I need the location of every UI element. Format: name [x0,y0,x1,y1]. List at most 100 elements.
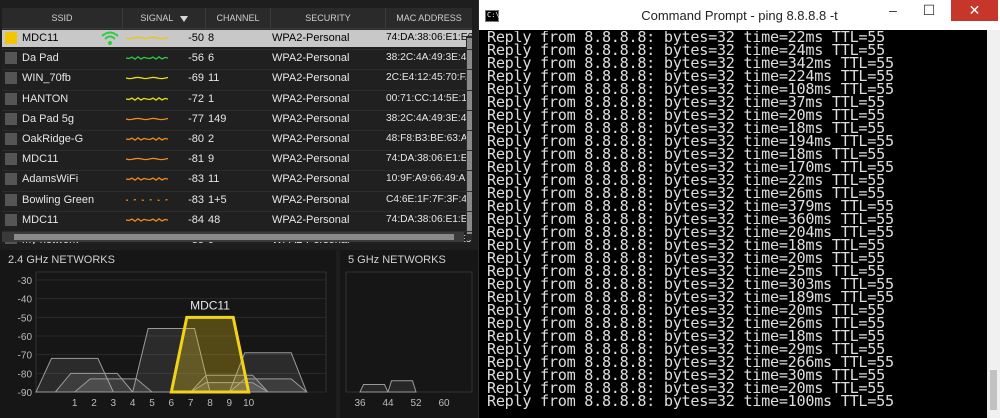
network-channel: 48 [208,213,221,226]
column-header-security[interactable]: SECURITY [271,8,386,28]
chart-24ghz-x-tick: 3 [111,398,117,409]
network-mac: C4:6E:1F:7F:3F:4A [386,193,472,205]
network-security: WPA2-Personal [272,52,350,65]
maximize-icon: ☐ [922,2,936,18]
wifi-icon [101,31,119,45]
cmd-vertical-scrollbar[interactable] [987,30,1000,418]
close-button[interactable]: ✕ [951,0,998,21]
network-color-swatch [5,52,17,65]
minimize-button[interactable]: – [875,0,911,21]
table-vertical-scrollbar-thumb[interactable] [467,38,472,234]
network-color-swatch [5,133,17,145]
chart-24ghz-x-tick: 2 [91,398,97,409]
chart-24ghz-x-tick: 6 [169,398,175,409]
network-mac: 74:DA:38:06:E1:E6 [386,32,472,43]
network-ssid: AdamsWiFi [22,173,79,186]
network-mac: 74:DA:38:06:E1:EA [386,153,472,165]
network-color-swatch [5,193,17,206]
chart-5ghz: 36 44 52 60 [345,271,473,409]
network-mac: 38:2C:4A:49:3E:44 [386,112,472,124]
network-signal: -72 [188,92,204,105]
network-color-swatch [5,173,17,186]
table-horizontal-scrollbar-thumb[interactable] [14,234,454,240]
chart-24ghz-x-tick: 10 [243,398,255,409]
panel-5ghz: 5 GHz NETWORKS 36 44 52 60 [340,250,478,418]
network-security: WPA2-Personal [272,92,350,105]
table-gridline [2,150,472,152]
column-header-channel[interactable]: CHANNEL [206,8,271,28]
network-mac: 2C:E4:12:45:70:FA [386,72,472,84]
table-header: SSID SIGNAL CHANNEL SECURITY MAC ADDRESS [2,8,472,29]
chart-5ghz-network [359,384,389,393]
cmd-output[interactable]: Reply from 8.8.8.8: bytes=32 time=22ms T… [487,31,987,418]
network-signal: -80 [188,133,204,145]
cmd-vertical-scrollbar-thumb[interactable] [990,370,997,410]
network-signal: -81 [188,153,204,166]
chart-5ghz-x-tick: 44 [382,398,394,409]
chart-24ghz-x-tick: 9 [227,398,233,409]
cmd-titlebar[interactable]: C:\ Command Prompt - ping 8.8.8.8 -t – ☐… [479,0,1000,30]
chart-24ghz-y-tick: -60 [18,332,33,343]
maximize-button[interactable]: ☐ [911,0,947,21]
close-icon: ✕ [968,2,981,18]
network-mac: 10:9F:A9:66:49:AB [386,173,472,185]
network-channel: 11 [208,173,220,186]
network-security: WPA2-Personal [272,112,350,125]
table-vertical-scrollbar[interactable] [466,36,472,240]
network-color-swatch [5,32,17,44]
chart-24ghz-x-tick: 8 [207,398,213,409]
table-gridline [2,210,472,212]
chart-24ghz-y-tick: -50 [18,313,33,324]
network-mac: 00:71:CC:14:5E:1F [386,92,472,104]
table-row[interactable]: WIN_70fb -69 11 WPA2-Personal 2C:E4:12:45:70… [2,69,472,87]
table-gridline [2,29,472,30]
chart-24ghz: -30 -40 -50 -60 -70 -80 -90 1 2 3 4 5 6 7 8 9 10 MDC11 [18,271,327,409]
network-security: WPA2-Personal [272,193,350,206]
chart-24ghz-y-tick: -30 [18,276,33,287]
table-row[interactable]: Da Pad -56 6 WPA2-Personal 38:2C:4A:49:3E:40 [2,49,472,67]
table-gridline [2,190,472,192]
network-security: WPA2-Personal [272,213,350,226]
table-row[interactable]: AdamsWiFi -83 11 WPA2-Personal 10:9F:A9:66:4… [2,170,472,188]
chart-5ghz-plot-area [345,271,473,393]
network-security: WPA2-Personal [272,72,350,85]
table-gridline [2,69,472,71]
table-row[interactable]: MDC11 -50 8 WPA2-Personal 74:DA:38:06:E1:E6 [2,29,472,47]
chart-24ghz-y-tick: -90 [18,388,33,399]
network-security: WPA2-Personal [272,153,350,166]
table-row[interactable]: Da Pad 5g -77 149 WPA2-Personal 38:2C:4A:49:… [2,110,472,128]
chart-5ghz-network [387,380,417,393]
network-color-swatch [5,112,17,125]
network-signal: -83 [188,193,204,206]
network-channel: 8 [208,32,215,44]
network-channel: 11 [208,72,220,85]
table-row[interactable]: MDC11 -84 48 WPA2-Personal 74:DA:38:06:E1:EB [2,211,472,229]
chart-5ghz-x-tick: 36 [354,398,366,409]
command-prompt-window[interactable]: C:\ Command Prompt - ping 8.8.8.8 -t – ☐… [479,0,1000,418]
network-table: SSID SIGNAL CHANNEL SECURITY MAC ADDRESS… [2,8,472,244]
network-ssid: OakRidge-G [22,133,84,145]
network-color-swatch [5,153,17,166]
chart-24ghz-y-tick: -80 [18,369,33,380]
triangle-down-icon [179,15,188,22]
table-gridline [2,109,472,111]
table-row[interactable]: OakRidge-G -80 2 WPA2-Personal 48:F8:B3:BE:6… [2,130,472,148]
network-ssid: MDC11 [22,213,59,226]
network-signal: -50 [188,32,204,44]
table-row[interactable]: HANTON -72 1 WPA2-Personal 00:71:CC:14:5E:1F [2,90,472,108]
network-ssid: Bowling Green [22,193,95,206]
chart-24ghz-y-tick: -70 [18,351,33,362]
network-signal: -56 [188,52,204,65]
network-security: WPA2-Personal [272,133,350,145]
network-channel: 1 [208,92,215,105]
table-row[interactable]: MDC11 -81 9 WPA2-Personal 74:DA:38:06:E1:EA [2,150,472,168]
network-signal: -83 [188,173,204,186]
table-row[interactable]: Bowling Green -83 1+5 WPA2-Personal C4:6E:1F… [2,191,472,209]
network-color-swatch [5,92,17,105]
chart-24ghz-x-tick: 1 [72,398,78,409]
column-header-ssid[interactable]: SSID [2,8,123,28]
table-horizontal-scrollbar[interactable] [2,232,464,242]
network-signal: -69 [188,72,204,85]
column-header-mac[interactable]: MAC ADDRESS [386,8,472,28]
column-header-signal[interactable]: SIGNAL [123,8,206,28]
